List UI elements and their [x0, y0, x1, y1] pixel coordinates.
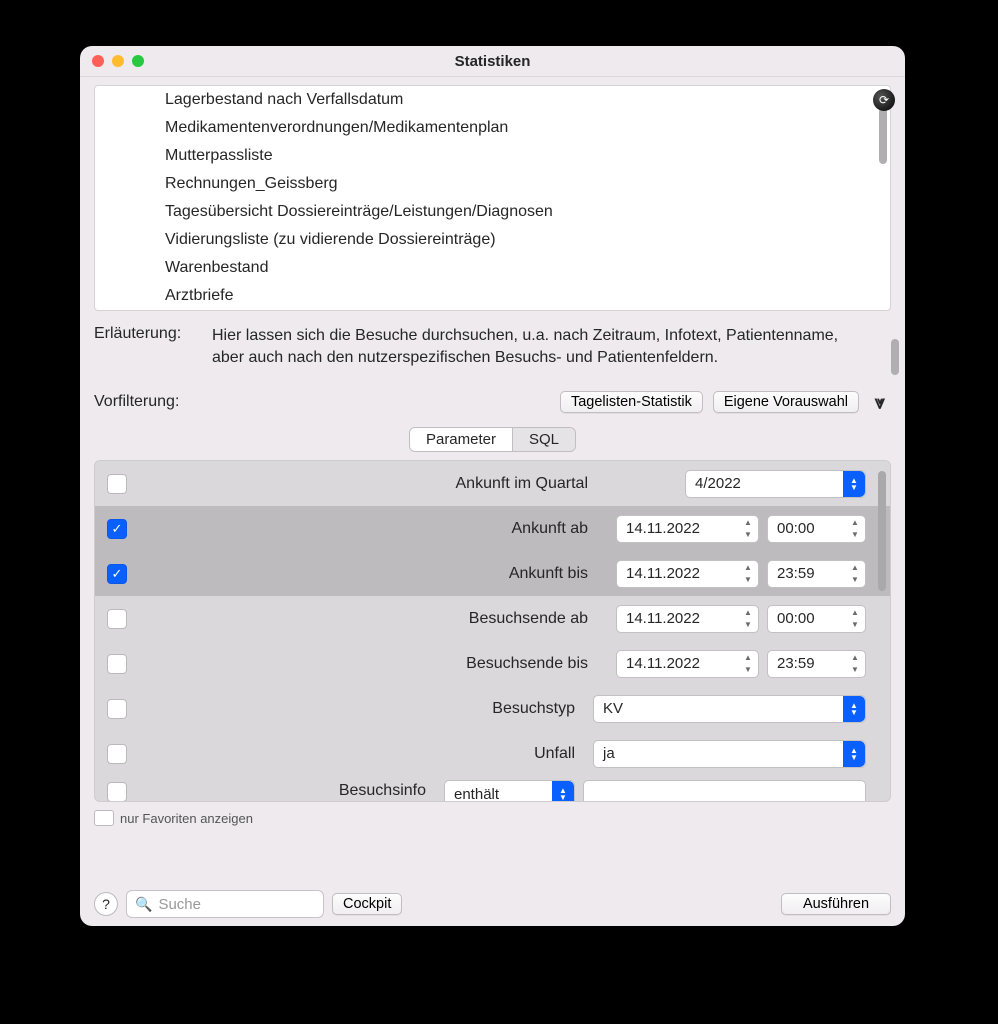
date-field[interactable]: 14.11.2022 ▲▼	[616, 515, 759, 543]
list-item[interactable]: Warenbestand	[95, 254, 890, 282]
time-field[interactable]: 00:00 ▲▼	[767, 515, 866, 543]
minimize-window-button[interactable]	[112, 55, 124, 67]
date-field[interactable]: 14.11.2022 ▲▼	[616, 605, 759, 633]
description-row: Erläuterung: Hier lassen sich die Besuch…	[94, 325, 891, 369]
cockpit-button[interactable]: Cockpit	[332, 893, 402, 915]
time-field[interactable]: 23:59 ▲▼	[767, 650, 866, 678]
param-label: Ankunft bis	[139, 565, 594, 583]
param-checkbox[interactable]	[107, 744, 127, 764]
favorites-only-checkbox[interactable]	[94, 810, 114, 826]
param-label: Besuchsende ab	[139, 610, 594, 628]
list-item[interactable]: Mutterpassliste	[95, 142, 890, 170]
scrollbar-thumb[interactable]	[878, 471, 886, 591]
list-item[interactable]: Rechnungen_Geissberg	[95, 170, 890, 198]
report-list[interactable]: Lagerbestand nach Verfallsdatum Medikame…	[94, 85, 891, 311]
content: Lagerbestand nach Verfallsdatum Medikame…	[80, 77, 905, 926]
segment-control: Parameter SQL	[409, 427, 576, 452]
quarter-combo[interactable]: 4/2022 ▲▼	[685, 470, 866, 498]
favorites-only-label: nur Favoriten anzeigen	[120, 811, 253, 826]
list-item[interactable]: Vidierungsliste (zu vidierende Dossierei…	[95, 226, 890, 254]
list-item[interactable]: Tagesübersicht Dossiereinträge/Leistunge…	[95, 198, 890, 226]
filter-icon[interactable]: ⩔	[869, 391, 891, 413]
zoom-window-button[interactable]	[132, 55, 144, 67]
time-field[interactable]: 00:00 ▲▼	[767, 605, 866, 633]
titlebar: Statistiken	[80, 46, 905, 77]
search-input[interactable]: 🔍 Suche	[126, 890, 324, 918]
list-item[interactable]: Arztbriefe	[95, 282, 890, 310]
refresh-icon[interactable]: ⟳	[873, 89, 895, 111]
stepper-icon[interactable]: ▲▼	[740, 652, 756, 676]
search-placeholder: Suche	[158, 896, 201, 913]
footer: ? 🔍 Suche Cockpit Ausführen	[94, 884, 891, 918]
parameter-panel: Ankunft im Quartal 4/2022 ▲▼ ✓ Ankunft a…	[94, 460, 891, 802]
param-row: Besuchsende bis 14.11.2022 ▲▼ 23:59 ▲▼	[95, 641, 890, 686]
param-label: Besuchsende bis	[139, 655, 594, 673]
prefilter-row: Vorfilterung: Tagelisten-Statistik Eigen…	[94, 391, 891, 413]
param-row: ✓ Ankunft ab 14.11.2022 ▲▼ 00:00 ▲▼	[95, 506, 890, 551]
favorites-only-row: nur Favoriten anzeigen	[94, 810, 891, 826]
visit-info-mode-combo[interactable]: enthält ▲▼	[444, 780, 575, 802]
chevron-up-down-icon: ▲▼	[843, 471, 865, 497]
param-label: Unfall	[139, 745, 581, 763]
param-checkbox[interactable]	[107, 782, 127, 802]
description-text: Hier lassen sich die Besuche durchsuchen…	[212, 325, 891, 369]
stepper-icon[interactable]: ▲▼	[740, 607, 756, 631]
date-field[interactable]: 14.11.2022 ▲▼	[616, 560, 759, 588]
visit-info-text[interactable]	[583, 780, 866, 802]
param-checkbox[interactable]: ✓	[107, 519, 127, 539]
param-checkbox[interactable]	[107, 609, 127, 629]
close-window-button[interactable]	[92, 55, 104, 67]
time-field[interactable]: 23:59 ▲▼	[767, 560, 866, 588]
run-button[interactable]: Ausführen	[781, 893, 891, 915]
chevron-up-down-icon: ▲▼	[843, 696, 865, 722]
stepper-icon[interactable]: ▲▼	[847, 607, 863, 631]
stepper-icon[interactable]: ▲▼	[847, 652, 863, 676]
param-row: Besuchstyp KV ▲▼	[95, 686, 890, 731]
own-preselection-button[interactable]: Eigene Vorauswahl	[713, 391, 859, 413]
help-button[interactable]: ?	[94, 892, 118, 916]
list-item[interactable]: Medikamentenverordnungen/Medikamentenpla…	[95, 114, 890, 142]
window-title: Statistiken	[80, 53, 905, 70]
visit-type-combo[interactable]: KV ▲▼	[593, 695, 866, 723]
date-field[interactable]: 14.11.2022 ▲▼	[616, 650, 759, 678]
param-label: Ankunft ab	[139, 520, 594, 538]
prefilter-label: Vorfilterung:	[94, 393, 179, 411]
chevron-up-down-icon: ▲▼	[843, 741, 865, 767]
stepper-icon[interactable]: ▲▼	[740, 517, 756, 541]
report-list-wrap: Lagerbestand nach Verfallsdatum Medikame…	[94, 85, 891, 311]
tabs: Parameter SQL	[94, 427, 891, 452]
accident-combo[interactable]: ja ▲▼	[593, 740, 866, 768]
window-controls	[92, 55, 144, 67]
param-label: Ankunft im Quartal	[139, 475, 594, 493]
param-row: Unfall ja ▲▼	[95, 731, 890, 776]
list-item-selected[interactable]: Besuch	[95, 310, 890, 311]
description-label: Erläuterung:	[94, 325, 194, 369]
param-checkbox[interactable]	[107, 654, 127, 674]
param-label: Besuchstyp	[139, 700, 581, 718]
stepper-icon[interactable]: ▲▼	[740, 562, 756, 586]
param-checkbox[interactable]	[107, 474, 127, 494]
param-checkbox[interactable]	[107, 699, 127, 719]
param-checkbox[interactable]: ✓	[107, 564, 127, 584]
daylist-statistic-button[interactable]: Tagelisten-Statistik	[560, 391, 703, 413]
tab-sql[interactable]: SQL	[513, 428, 575, 451]
tab-parameter[interactable]: Parameter	[410, 428, 513, 451]
scrollbar-thumb[interactable]	[891, 339, 899, 375]
param-row: Besuchsende ab 14.11.2022 ▲▼ 00:00 ▲▼	[95, 596, 890, 641]
stepper-icon[interactable]: ▲▼	[847, 517, 863, 541]
window: Statistiken Lagerbestand nach Verfallsda…	[80, 46, 905, 926]
param-row: Ankunft im Quartal 4/2022 ▲▼	[95, 461, 890, 506]
scrollbar-thumb[interactable]	[879, 108, 887, 164]
param-label: Besuchsinfo	[139, 780, 432, 800]
search-icon: 🔍	[135, 896, 152, 913]
list-item[interactable]: Lagerbestand nach Verfallsdatum	[95, 86, 890, 114]
param-row: Besuchsinfo enthält ▲▼	[95, 776, 890, 802]
chevron-up-down-icon: ▲▼	[552, 781, 574, 802]
stepper-icon[interactable]: ▲▼	[847, 562, 863, 586]
param-row: ✓ Ankunft bis 14.11.2022 ▲▼ 23:59 ▲▼	[95, 551, 890, 596]
